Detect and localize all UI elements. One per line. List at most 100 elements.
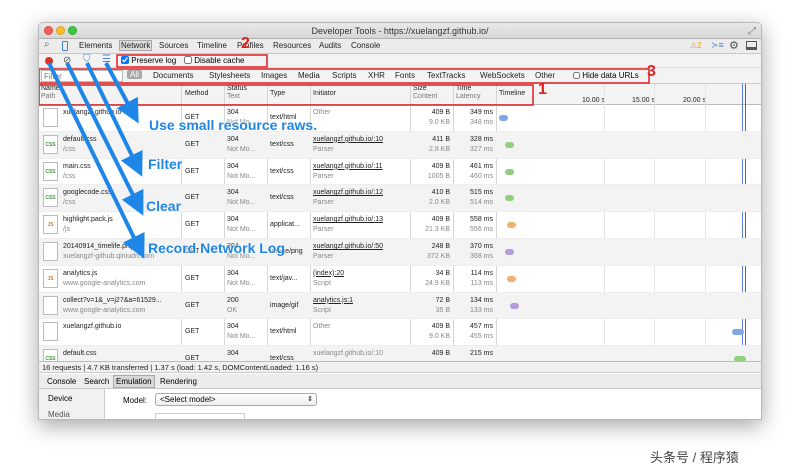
request-initiator[interactable]: xuelangzf.github.io/:10 bbox=[313, 135, 383, 144]
model-select[interactable]: <Select model> ⇕ bbox=[155, 393, 317, 406]
col-status-label: Status bbox=[227, 85, 247, 92]
request-name: highlight.pack.js bbox=[63, 216, 113, 224]
fullscreen-icon[interactable]: ⤢ bbox=[748, 24, 756, 40]
request-path: /js bbox=[63, 226, 70, 234]
sidebar-item-media[interactable]: Media bbox=[48, 410, 70, 419]
drawer-tab-console[interactable]: Console bbox=[47, 377, 76, 386]
filter-type-scripts[interactable]: Scripts bbox=[332, 71, 356, 80]
search-icon[interactable]: ⌕ bbox=[44, 39, 50, 50]
col-size[interactable]: Size Content bbox=[413, 85, 438, 101]
resolution-field[interactable] bbox=[155, 413, 245, 419]
close-window-button[interactable] bbox=[44, 26, 53, 35]
status-bar: 16 requests | 4.7 KB transferred | 1.37 … bbox=[39, 361, 761, 373]
table-row[interactable]: xuelangzf.github.io GET 304 Not Mo... text/h… bbox=[39, 319, 761, 347]
col-name[interactable]: Name Path bbox=[41, 85, 60, 101]
sidebar-item-device[interactable]: Device bbox=[48, 394, 72, 403]
disable-cache-checkbox[interactable]: Disable cache bbox=[184, 56, 244, 65]
blank-file-icon bbox=[43, 295, 58, 315]
request-time: 457 ms bbox=[470, 323, 493, 331]
request-latency: 368 ms bbox=[470, 253, 493, 260]
minimize-window-button[interactable] bbox=[56, 26, 65, 35]
gear-icon[interactable]: ⚙ bbox=[729, 39, 739, 52]
callout-clear: Clear bbox=[146, 198, 182, 214]
tab-network[interactable]: Network bbox=[119, 40, 153, 51]
small-rows-icon[interactable]: ☰ bbox=[102, 54, 111, 65]
drawer-tabbar: Console Search Emulation Rendering bbox=[39, 374, 761, 389]
request-method: GET bbox=[185, 140, 200, 148]
col-timeline[interactable]: Timeline bbox=[499, 90, 525, 98]
tab-console[interactable]: Console bbox=[351, 41, 380, 50]
preserve-log-checkbox[interactable]: Preserve log bbox=[121, 56, 176, 65]
request-status: 304 bbox=[227, 350, 239, 358]
request-method: GET bbox=[185, 301, 200, 309]
tab-resources[interactable]: Resources bbox=[273, 41, 311, 50]
filter-type-images[interactable]: Images bbox=[261, 71, 287, 80]
table-row[interactable]: JS highlight.pack.js/js GET 304 Not Mo... app… bbox=[39, 212, 761, 239]
request-status-text: Not Mo... bbox=[227, 172, 256, 180]
request-status: 304 bbox=[227, 162, 239, 170]
filter-type-websockets[interactable]: WebSockets bbox=[480, 71, 525, 80]
request-size: 409 B bbox=[431, 323, 450, 331]
request-initiator[interactable]: (index):20 bbox=[313, 269, 344, 278]
hide-data-urls-checkbox[interactable]: Hide data URLs bbox=[573, 71, 639, 80]
table-row[interactable]: JS analytics.js www.google-analytics.com GE… bbox=[39, 266, 761, 293]
filter-type-xhr[interactable]: XHR bbox=[368, 71, 385, 80]
clear-icon[interactable]: ⊘ bbox=[63, 55, 71, 66]
preserve-log-check[interactable] bbox=[121, 56, 129, 64]
tab-timeline[interactable]: Timeline bbox=[197, 41, 227, 50]
disable-cache-check[interactable] bbox=[184, 56, 192, 64]
col-status[interactable]: Status Text bbox=[227, 85, 247, 101]
table-row[interactable]: xuelangzf.github.io GET 304 Not Mo... text/h… bbox=[39, 105, 761, 132]
waterfall-bar bbox=[510, 302, 519, 309]
col-time[interactable]: Time Latency bbox=[456, 85, 481, 101]
filter-type-texttracks[interactable]: TextTracks bbox=[427, 71, 465, 80]
request-status-text: OK bbox=[227, 306, 238, 314]
select-arrows-icon: ⇕ bbox=[307, 396, 313, 403]
filter-type-stylesheets[interactable]: Stylesheets bbox=[209, 71, 250, 80]
badge-number-3: 3 bbox=[647, 63, 656, 80]
device-mode-icon[interactable] bbox=[62, 41, 68, 51]
request-status: 304 bbox=[227, 269, 239, 277]
drawer-tab-emulation[interactable]: Emulation bbox=[113, 375, 155, 388]
request-initiator[interactable]: xuelangzf.github.io/:11 bbox=[313, 162, 383, 171]
col-method[interactable]: Method bbox=[185, 90, 208, 98]
filter-type-all[interactable]: All bbox=[127, 70, 142, 79]
filter-type-other[interactable]: Other bbox=[535, 71, 555, 80]
request-initiator[interactable]: analytics.js:1 bbox=[313, 296, 353, 305]
request-initiator[interactable]: xuelangzf.github.io/:50 bbox=[313, 242, 383, 251]
drawer-tab-search[interactable]: Search bbox=[84, 377, 109, 386]
filter-type-fonts[interactable]: Fonts bbox=[395, 71, 415, 80]
tab-elements[interactable]: Elements bbox=[79, 41, 112, 50]
table-row[interactable]: collect?v=1&_v=j27&a=61529... www.google-… bbox=[39, 292, 761, 320]
request-time: 370 ms bbox=[470, 243, 493, 250]
record-button[interactable] bbox=[45, 57, 53, 65]
tab-audits[interactable]: Audits bbox=[319, 41, 341, 50]
request-initiator-kind: Script bbox=[313, 279, 331, 287]
request-content-size: 35 B bbox=[435, 306, 450, 314]
filter-type-documents[interactable]: Documents bbox=[153, 71, 193, 80]
console-drawer-icon[interactable]: ≻≡ bbox=[711, 40, 724, 51]
col-type[interactable]: Type bbox=[270, 90, 285, 98]
filter-type-media[interactable]: Media bbox=[298, 71, 320, 80]
request-name: default.css bbox=[63, 350, 97, 358]
drawer-tab-rendering[interactable]: Rendering bbox=[160, 377, 197, 386]
warning-icon[interactable]: ⚠2 bbox=[690, 41, 702, 50]
request-time: 328 ms bbox=[470, 135, 493, 143]
request-initiator[interactable]: xuelangzf.github.io/:12 bbox=[313, 188, 383, 197]
request-content-size: 2.8 KB bbox=[428, 145, 450, 153]
col-initiator[interactable]: Initiator bbox=[313, 90, 336, 98]
filter-input[interactable] bbox=[41, 70, 123, 82]
request-type: text/css bbox=[270, 140, 294, 148]
request-size: 409 B bbox=[431, 109, 450, 116]
tab-sources[interactable]: Sources bbox=[159, 41, 188, 50]
hide-data-urls-check[interactable] bbox=[573, 72, 580, 79]
preserve-log-label: Preserve log bbox=[131, 56, 177, 65]
request-initiator[interactable]: xuelangzf.github.io/:13 bbox=[313, 215, 383, 224]
request-method: GET bbox=[185, 221, 200, 229]
request-status-text: Not Mo... bbox=[227, 226, 256, 234]
request-name: analytics.js bbox=[63, 269, 98, 277]
filter-icon[interactable]: ⛉ bbox=[83, 54, 91, 65]
table-row[interactable]: CSS default.css/css GET 304 Not Mo... text/cs… bbox=[39, 131, 761, 159]
dock-icon[interactable] bbox=[746, 41, 757, 50]
zoom-window-button[interactable] bbox=[68, 26, 77, 35]
